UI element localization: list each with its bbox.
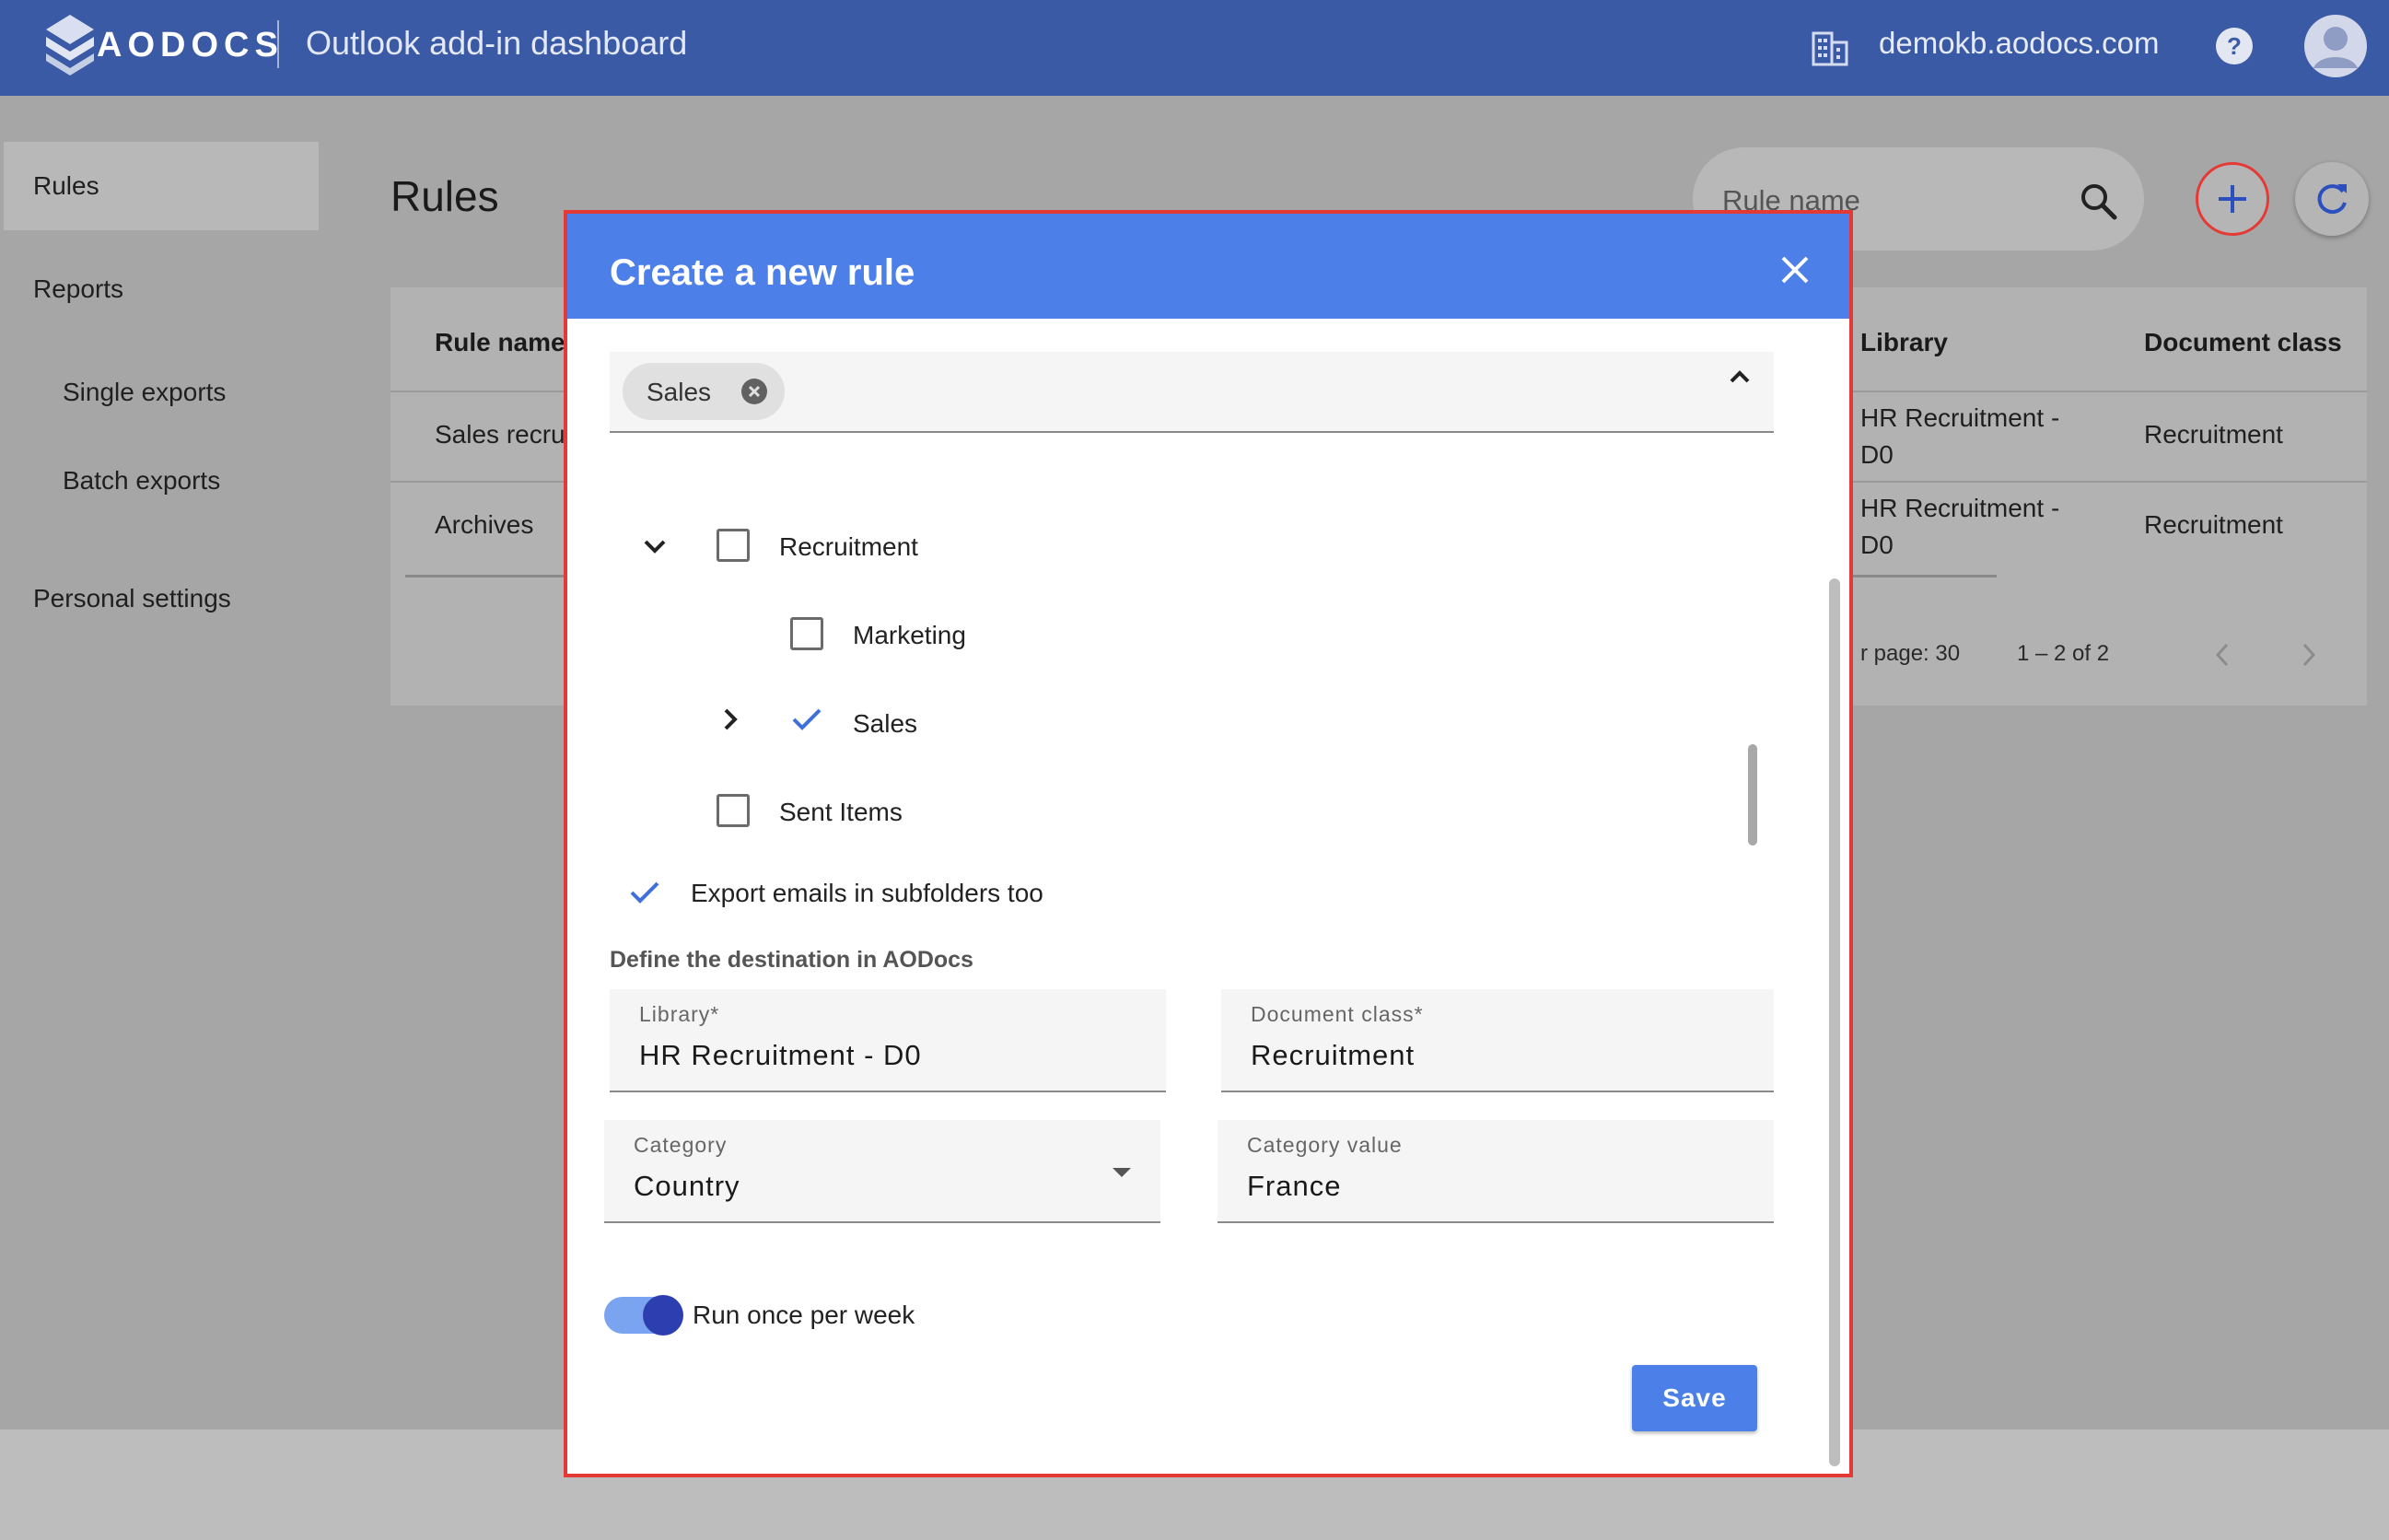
- folder-checkbox-marketing[interactable]: [790, 617, 823, 650]
- table-cell-document-class: Recruitment: [2144, 420, 2283, 449]
- document-class-field-label: Document class*: [1251, 1002, 1424, 1026]
- close-icon[interactable]: [1779, 254, 1811, 286]
- table-cell-library: HR Recruitment -: [1860, 494, 2060, 522]
- weekly-toggle-label: Run once per week: [693, 1301, 915, 1329]
- subfolders-option-label: Export emails in subfolders too: [691, 879, 1043, 907]
- folder-label-recruitment: Recruitment: [779, 532, 918, 561]
- library-field[interactable]: Library* HR Recruitment - D0: [610, 989, 1166, 1092]
- category-field-value: Country: [634, 1170, 740, 1202]
- library-field-label: Library*: [639, 1002, 720, 1026]
- svg-text:?: ?: [2227, 32, 2242, 60]
- checkmark-icon[interactable]: [790, 706, 823, 733]
- column-header-rule-name[interactable]: Rule name: [435, 328, 565, 357]
- chevron-right-icon[interactable]: [717, 706, 744, 733]
- plus-icon: [2219, 185, 2246, 213]
- folder-label-sent-items: Sent Items: [779, 798, 903, 826]
- sidebar-item-rules[interactable]: Rules: [33, 171, 99, 201]
- table-cell-library: HR Recruitment -: [1860, 403, 2060, 432]
- add-rule-button[interactable]: [2196, 162, 2269, 236]
- page-title: Rules: [390, 172, 499, 220]
- chevron-up-icon[interactable]: [1726, 363, 1754, 391]
- category-value-field-label: Category value: [1247, 1133, 1403, 1157]
- dialog-scrollbar[interactable]: [1829, 578, 1840, 1466]
- domain-selector[interactable]: demokb.aodocs.com: [1879, 26, 2160, 61]
- column-header-library[interactable]: Library: [1860, 328, 1948, 357]
- folder-checkbox-recruitment[interactable]: [717, 529, 750, 562]
- building-icon: [1812, 31, 1848, 66]
- folder-label-sales: Sales: [853, 709, 918, 738]
- library-field-value: HR Recruitment - D0: [639, 1039, 922, 1071]
- aodocs-logo: [46, 15, 94, 76]
- topbar-divider: [277, 20, 279, 68]
- weekly-toggle-knob[interactable]: [643, 1295, 683, 1336]
- refresh-button[interactable]: [2295, 162, 2369, 236]
- dialog-title: Create a new rule: [610, 252, 915, 293]
- document-class-field[interactable]: Document class* Recruitment: [1221, 989, 1774, 1092]
- app-title: Outlook add-in dashboard: [306, 24, 688, 62]
- top-app-bar: AODOCS Outlook add-in dashboard demokb.a…: [0, 0, 2389, 96]
- dropdown-arrow-icon[interactable]: [1113, 1168, 1131, 1177]
- table-cell-library-cont: D0: [1860, 440, 1894, 469]
- folder-checkbox-sent-items[interactable]: [717, 794, 750, 827]
- brand-name: AODOCS: [97, 26, 284, 64]
- folder-label-marketing: Marketing: [853, 621, 966, 649]
- sidebar-item-reports[interactable]: Reports: [33, 274, 123, 304]
- refresh-icon: [2317, 184, 2347, 215]
- checkmark-icon[interactable]: [628, 879, 661, 906]
- sidebar-item-single-exports[interactable]: Single exports: [63, 378, 226, 407]
- account-avatar-icon[interactable]: [2302, 13, 2369, 79]
- selected-folder-chip: Sales: [623, 363, 785, 420]
- table-cell-rule-name[interactable]: Sales recru: [435, 416, 565, 453]
- tree-scrollbar[interactable]: [1748, 744, 1757, 846]
- sidebar-item-batch-exports[interactable]: Batch exports: [63, 466, 220, 496]
- create-rule-dialog: Create a new rule Sales Recruitment Mark…: [564, 210, 1853, 1477]
- dialog-header: Create a new rule: [567, 214, 1849, 319]
- sidebar-item-personal-settings[interactable]: Personal settings: [33, 584, 231, 613]
- document-class-field-value: Recruitment: [1251, 1039, 1416, 1071]
- category-value-field-value: France: [1247, 1170, 1342, 1202]
- save-button[interactable]: Save: [1632, 1365, 1757, 1431]
- category-select[interactable]: Category Country: [604, 1120, 1160, 1223]
- remove-chip-icon[interactable]: [740, 378, 768, 405]
- folder-select-field[interactable]: Sales: [610, 352, 1774, 433]
- search-icon[interactable]: [2078, 181, 2118, 221]
- category-value-field[interactable]: Category value France: [1218, 1120, 1774, 1223]
- rows-per-page[interactable]: r page: 30: [1860, 641, 1960, 667]
- table-cell-library-cont: D0: [1860, 531, 1894, 559]
- chevron-down-icon[interactable]: [641, 532, 669, 560]
- chevron-left-icon[interactable]: [2210, 641, 2234, 669]
- pagination-range: 1 – 2 of 2: [2017, 641, 2110, 666]
- table-cell-rule-name[interactable]: Archives: [435, 507, 533, 543]
- chevron-right-icon[interactable]: [2297, 641, 2321, 669]
- chip-label: Sales: [647, 378, 712, 406]
- help-icon[interactable]: ?: [2214, 26, 2255, 66]
- category-field-label: Category: [634, 1133, 728, 1157]
- destination-section-label: Define the destination in AODocs: [610, 947, 973, 973]
- column-header-document-class[interactable]: Document class: [2144, 328, 2342, 357]
- table-cell-document-class: Recruitment: [2144, 510, 2283, 539]
